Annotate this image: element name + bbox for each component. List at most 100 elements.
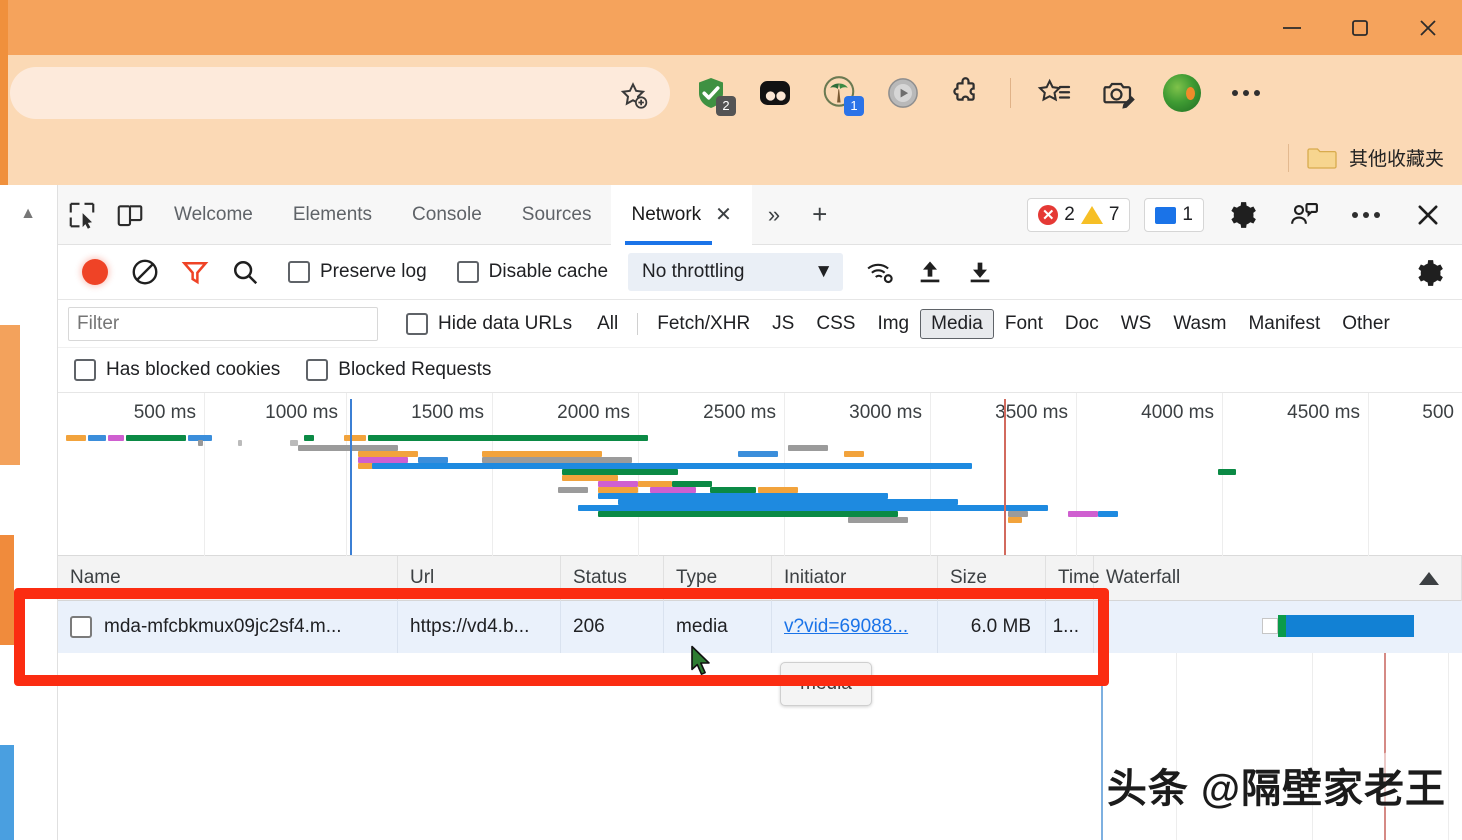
gear-icon[interactable]	[1218, 191, 1266, 239]
shield-extension-icon[interactable]: 2	[690, 72, 736, 116]
messages-counter[interactable]: 1	[1144, 198, 1204, 232]
tab-sources[interactable]: Sources	[502, 185, 612, 245]
table-row[interactable]: mda-mfcbkmux09jc2sf4.m... https://vd4.b.…	[58, 601, 1462, 653]
scroll-up-arrow-icon[interactable]: ▲	[20, 205, 36, 223]
browser-title-bar	[0, 0, 1462, 55]
filter-chip-js[interactable]: JS	[761, 309, 805, 339]
cell-name[interactable]: mda-mfcbkmux09jc2sf4.m...	[58, 601, 398, 653]
filter-chip-manifest[interactable]: Manifest	[1237, 309, 1331, 339]
network-filter-row: Hide data URLs All Fetch/XHR JS CSS Img …	[58, 300, 1462, 348]
cell-url: https://vd4.b...	[398, 601, 561, 653]
overview-tick-4: 2500 ms	[703, 402, 776, 423]
folder-icon	[1307, 146, 1337, 170]
cell-initiator-link[interactable]: v?vid=69088...	[784, 616, 908, 638]
palm-tree-extension-icon[interactable]: 1	[818, 72, 864, 116]
maximize-button[interactable]	[1326, 0, 1394, 55]
puzzle-extensions-icon[interactable]	[946, 72, 988, 114]
filter-icon[interactable]	[172, 249, 218, 295]
hide-data-urls-box[interactable]	[406, 312, 428, 335]
close-icon[interactable]: ✕	[715, 205, 732, 225]
record-button[interactable]	[72, 249, 118, 295]
customize-devtools-icon[interactable]	[1280, 191, 1328, 239]
network-overview-timeline[interactable]: 500 ms 1000 ms 1500 ms 2000 ms 2500 ms 3…	[58, 393, 1462, 556]
devtools-close-icon[interactable]	[1404, 191, 1452, 239]
blocked-requests-label: Blocked Requests	[338, 359, 492, 380]
row-checkbox[interactable]	[70, 616, 92, 638]
filter-chip-font[interactable]: Font	[994, 309, 1054, 339]
overview-tick-9: 500	[1422, 402, 1454, 423]
column-header-waterfall[interactable]: Waterfall	[1094, 555, 1462, 601]
cell-initiator[interactable]: v?vid=69088...	[772, 601, 938, 653]
preserve-log-checkbox[interactable]: Preserve log	[288, 261, 427, 283]
column-header-waterfall-label: Waterfall	[1106, 567, 1181, 588]
overview-tick-0: 500 ms	[133, 402, 196, 423]
column-header-type[interactable]: Type	[664, 555, 772, 601]
column-header-name[interactable]: Name	[58, 555, 398, 601]
hide-data-urls-checkbox[interactable]: Hide data URLs	[406, 312, 572, 335]
throttling-select[interactable]: No throttling ▼	[628, 253, 844, 291]
overview-tick-6: 3500 ms	[995, 402, 1068, 423]
clear-icon[interactable]	[122, 249, 168, 295]
has-blocked-cookies-box[interactable]	[74, 359, 96, 381]
window-left-edge	[0, 0, 8, 55]
tab-active-underline	[625, 240, 712, 245]
filter-chip-media[interactable]: Media	[920, 308, 994, 339]
column-header-time[interactable]: Time	[1046, 555, 1100, 601]
tab-welcome[interactable]: Welcome	[154, 185, 273, 245]
bookmarks-bar-right: 其他收藏夹	[1287, 130, 1444, 185]
disable-cache-checkbox[interactable]: Disable cache	[456, 261, 608, 283]
devtools-more-options-button[interactable]	[1342, 191, 1390, 239]
filter-chip-all[interactable]: All	[586, 309, 629, 339]
preserve-log-box[interactable]	[288, 261, 310, 283]
dual-dot-extension-icon[interactable]	[754, 72, 796, 114]
filter-chip-wasm[interactable]: Wasm	[1162, 309, 1237, 339]
extensions-row: 2 1	[690, 55, 1267, 130]
devtools-tabstrip: Welcome Elements Console Sources Network…	[58, 184, 1462, 245]
cell-waterfall[interactable]	[1094, 601, 1462, 653]
media-player-extension-icon[interactable]	[882, 72, 924, 114]
filter-chip-fetch-xhr[interactable]: Fetch/XHR	[646, 309, 761, 339]
add-panel-button[interactable]: +	[796, 199, 843, 230]
filter-chip-doc[interactable]: Doc	[1054, 309, 1110, 339]
tab-network[interactable]: Network ✕	[611, 184, 752, 245]
filter-input[interactable]	[68, 306, 378, 341]
filter-chip-other[interactable]: Other	[1331, 309, 1401, 339]
filter-chip-img[interactable]: Img	[866, 309, 920, 339]
device-toolbar-icon[interactable]	[106, 191, 154, 239]
column-header-initiator[interactable]: Initiator	[772, 555, 938, 601]
web-capture-icon[interactable]	[1097, 72, 1139, 114]
message-count: 1	[1182, 204, 1193, 225]
other-favorites-label[interactable]: 其他收藏夹	[1349, 144, 1444, 171]
more-tabs-chevron-icon[interactable]: »	[752, 202, 796, 228]
blocked-requests-checkbox[interactable]: Blocked Requests	[306, 359, 491, 381]
address-bar[interactable]	[10, 67, 670, 119]
filter-divider	[637, 312, 639, 335]
devtools-panel: ▲ Welcome Elements Console Sources Netwo…	[0, 184, 1462, 840]
has-blocked-cookies-checkbox[interactable]: Has blocked cookies	[74, 359, 280, 381]
browser-settings-more-button[interactable]	[1225, 72, 1267, 114]
add-favorite-icon[interactable]	[618, 80, 648, 110]
issues-counter[interactable]: ✕ 2 7	[1027, 198, 1131, 232]
column-header-size[interactable]: Size	[938, 555, 1046, 601]
network-settings-gear-icon[interactable]	[1414, 258, 1444, 293]
watermark-text: 头条 @隔壁家老王	[1106, 767, 1446, 811]
blocked-requests-box[interactable]	[306, 359, 329, 381]
column-header-status[interactable]: Status	[561, 555, 664, 601]
filter-chip-ws[interactable]: WS	[1110, 309, 1163, 339]
collections-icon[interactable]	[1033, 72, 1075, 114]
import-har-icon[interactable]	[907, 249, 953, 295]
disable-cache-box[interactable]	[456, 261, 479, 283]
preserve-log-label: Preserve log	[320, 261, 427, 282]
search-icon[interactable]	[222, 249, 268, 295]
close-button[interactable]	[1394, 0, 1462, 55]
minimize-button[interactable]	[1258, 0, 1326, 55]
inspect-element-icon[interactable]	[58, 191, 106, 239]
tab-console[interactable]: Console	[392, 185, 502, 245]
page-scrollbar-gutter[interactable]: ▲	[0, 185, 58, 840]
export-har-icon[interactable]	[957, 249, 1003, 295]
tab-elements[interactable]: Elements	[273, 185, 392, 245]
avatar[interactable]	[1161, 72, 1203, 114]
filter-chip-css[interactable]: CSS	[805, 309, 866, 339]
network-conditions-icon[interactable]	[857, 249, 903, 295]
column-header-url[interactable]: Url	[398, 555, 561, 601]
